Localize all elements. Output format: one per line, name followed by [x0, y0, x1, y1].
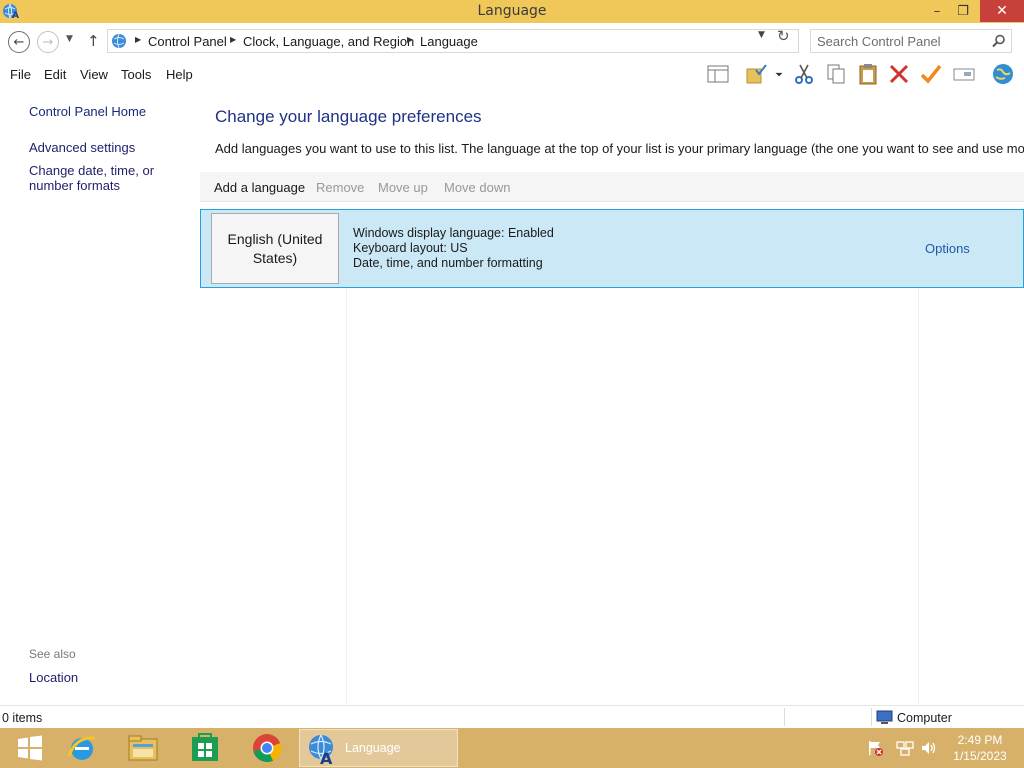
- menu-edit[interactable]: Edit: [44, 67, 66, 82]
- computer-icon: [876, 710, 893, 724]
- search-box[interactable]: [810, 29, 1012, 53]
- title-bar[interactable]: A Language – ❐ ✕: [0, 0, 1024, 23]
- network-icon[interactable]: [896, 740, 914, 756]
- language-details: Windows display language: Enabled Keyboa…: [353, 226, 554, 271]
- language-options-link[interactable]: Options: [925, 241, 970, 256]
- recent-locations-chevron-icon[interactable]: ▼: [66, 34, 73, 44]
- status-bar: 0 items Computer: [0, 705, 1024, 728]
- status-divider: [871, 708, 872, 726]
- cut-icon[interactable]: [791, 61, 817, 87]
- up-button[interactable]: ↑: [87, 32, 100, 50]
- language-globe-icon: A: [309, 734, 333, 766]
- system-clock[interactable]: 2:49 PM 1/15/2023: [940, 732, 1020, 764]
- add-language-button[interactable]: Add a language: [214, 180, 305, 195]
- refresh-icon[interactable]: ↻: [777, 27, 790, 45]
- breadcrumb-clock-language-region[interactable]: Clock, Language, and Region: [243, 34, 414, 49]
- see-also-heading: See also: [29, 647, 76, 661]
- store-taskbar-button[interactable]: [175, 728, 235, 768]
- language-list-item[interactable]: English (United States) Windows display …: [200, 209, 1024, 288]
- globe-icon[interactable]: [990, 61, 1016, 87]
- control-panel-home-link[interactable]: Control Panel Home: [29, 104, 146, 119]
- close-button[interactable]: ✕: [980, 0, 1024, 22]
- dropdown-icon[interactable]: [772, 61, 786, 87]
- keyboard-layout: Keyboard layout: US: [353, 241, 468, 255]
- rename-icon[interactable]: [951, 61, 977, 87]
- location-link[interactable]: Location: [29, 670, 78, 685]
- minimize-button[interactable]: –: [924, 0, 950, 22]
- advanced-settings-link[interactable]: Advanced settings: [29, 140, 135, 155]
- start-button[interactable]: [0, 728, 60, 768]
- svg-text:A: A: [320, 749, 333, 766]
- status-divider: [784, 708, 785, 726]
- chrome-icon: [253, 734, 282, 762]
- delete-icon[interactable]: [886, 61, 912, 87]
- search-icon[interactable]: [991, 33, 1007, 49]
- copy-icon[interactable]: [823, 61, 849, 87]
- action-center-flag-icon[interactable]: [866, 740, 884, 756]
- menu-view[interactable]: View: [80, 67, 108, 82]
- internet-explorer-taskbar-button[interactable]: [52, 728, 112, 768]
- volume-icon[interactable]: [920, 740, 938, 756]
- internet-explorer-icon: [67, 736, 96, 760]
- formatting-status: Date, time, and number formatting: [353, 256, 543, 270]
- breadcrumb-language[interactable]: Language: [420, 34, 478, 49]
- folder-check-icon[interactable]: [743, 61, 769, 87]
- control-panel-icon: [112, 33, 126, 49]
- preview-pane-icon[interactable]: [705, 61, 731, 87]
- language-name-tile[interactable]: English (United States): [211, 213, 339, 284]
- windows-logo-icon: [18, 735, 42, 761]
- main-content: Change your language preferences Add lan…: [200, 90, 1024, 705]
- clock-time: 2:49 PM: [957, 733, 1003, 747]
- clock-date: 1/15/2023: [953, 749, 1007, 763]
- taskbar-window-label: Language: [345, 741, 401, 755]
- breadcrumb-separator-icon[interactable]: ▶: [230, 35, 236, 44]
- menu-help[interactable]: Help: [166, 67, 193, 82]
- chrome-taskbar-button[interactable]: [237, 728, 297, 768]
- store-icon: [192, 733, 218, 761]
- file-explorer-taskbar-button[interactable]: [113, 728, 173, 768]
- folder-icon: [128, 735, 158, 761]
- item-count: 0 items: [2, 711, 43, 725]
- checkmark-icon[interactable]: [918, 61, 944, 87]
- forward-button[interactable]: →: [37, 31, 59, 53]
- address-row: ← → ▼ ↑ ▶ Control Panel ▶ Clock, Languag…: [0, 23, 1024, 59]
- display-language-status: Windows display language: Enabled: [353, 226, 554, 240]
- language-window: A Language – ❐ ✕ ← → ▼ ↑ ▶ Control Panel…: [0, 0, 1024, 728]
- search-input[interactable]: [817, 33, 987, 49]
- language-taskbar-button[interactable]: A Language: [299, 729, 458, 767]
- arrow-right-icon: →: [42, 34, 54, 50]
- breadcrumb-control-panel[interactable]: Control Panel: [148, 34, 227, 49]
- address-bar[interactable]: ▶ Control Panel ▶ Clock, Language, and R…: [107, 29, 799, 53]
- paste-icon[interactable]: [855, 61, 881, 87]
- move-up-button[interactable]: Move up: [378, 180, 428, 195]
- location-computer: Computer: [897, 711, 952, 725]
- change-date-formats-link[interactable]: Change date, time, or number formats: [29, 163, 199, 193]
- arrow-left-icon: ←: [13, 34, 25, 50]
- menu-bar: File Edit View Tools Help: [0, 59, 1024, 90]
- column-divider: [918, 288, 919, 705]
- menu-tools[interactable]: Tools: [121, 67, 151, 82]
- left-navigation-pane: Control Panel Home Advanced settings Cha…: [0, 90, 200, 705]
- language-toolbar: Add a language Remove Move up Move down: [200, 172, 1024, 202]
- taskbar: A Language 2:49 PM 1/15/2023: [0, 728, 1024, 768]
- breadcrumb-separator-icon[interactable]: ▶: [407, 35, 413, 44]
- window-title: Language: [477, 3, 547, 19]
- page-description: Add languages you want to use to this li…: [215, 141, 1024, 156]
- column-divider: [346, 288, 347, 705]
- remove-button[interactable]: Remove: [316, 180, 364, 195]
- address-dropdown-chevron-icon[interactable]: ▼: [758, 30, 765, 40]
- page-title: Change your language preferences: [215, 107, 482, 126]
- menu-file[interactable]: File: [10, 67, 31, 82]
- maximize-button[interactable]: ❐: [950, 0, 976, 22]
- back-button[interactable]: ←: [8, 31, 30, 53]
- breadcrumb-separator-icon[interactable]: ▶: [135, 35, 141, 44]
- move-down-button[interactable]: Move down: [444, 180, 510, 195]
- arrow-up-icon: ↑: [87, 32, 100, 50]
